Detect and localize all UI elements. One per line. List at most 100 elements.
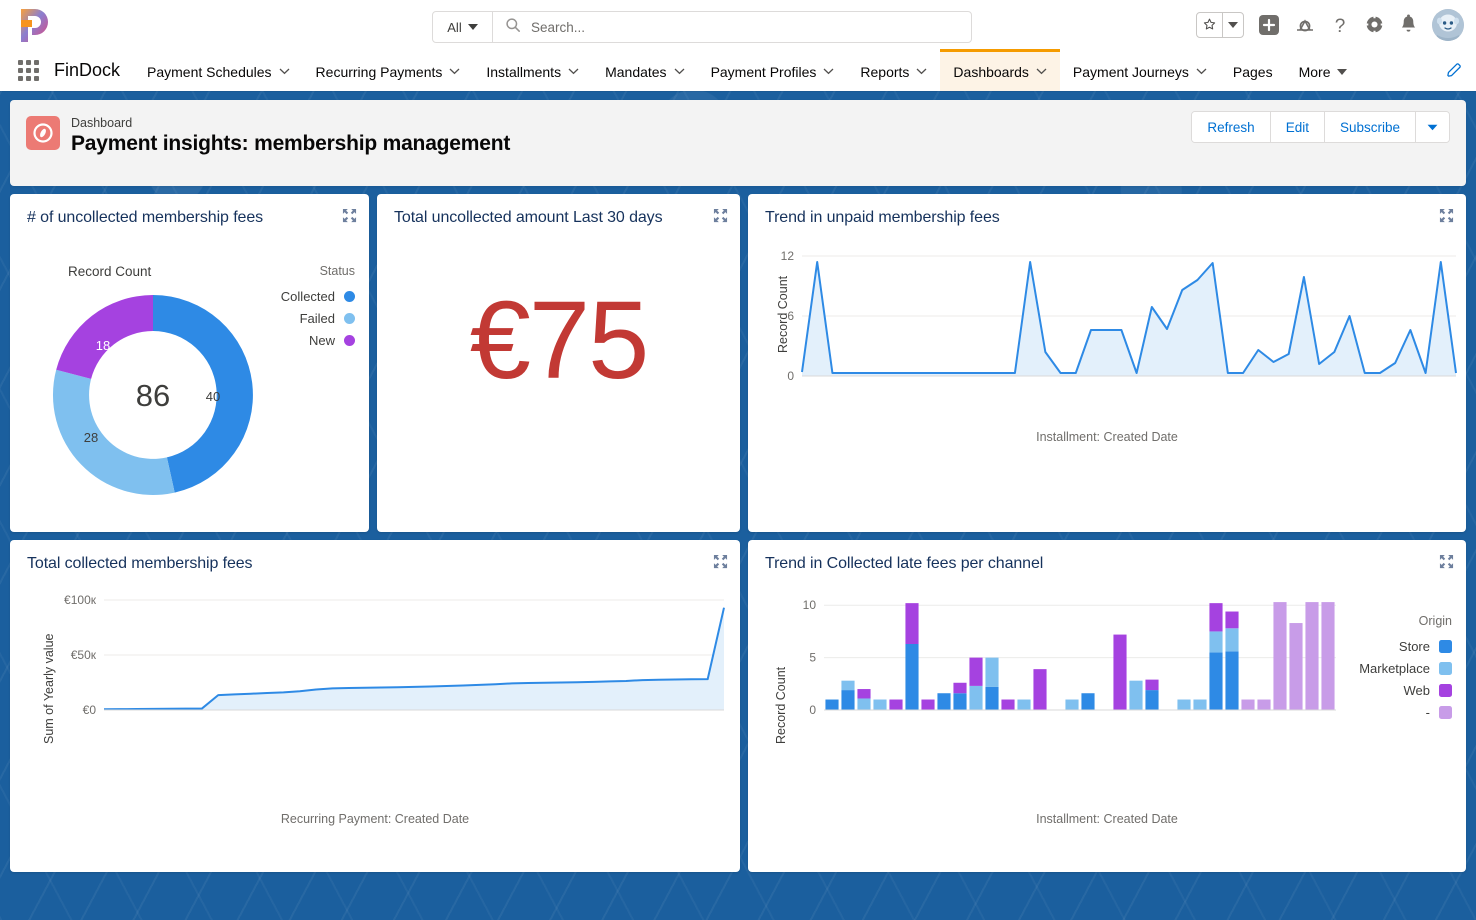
chevron-down-icon [467,24,478,30]
search-scope-selector[interactable]: All [433,12,493,42]
expand-icon[interactable] [713,208,728,228]
svg-text:5: 5 [809,651,816,665]
late-fees-chart-container: Record Count 0 5 10 Origin Store Marketpla… [748,574,1466,844]
nav-item-payment-schedules[interactable]: Payment Schedules [134,49,303,91]
trailhead-icon[interactable] [1294,15,1316,35]
legend-item-collected[interactable]: Collected [281,285,355,307]
edit-page-pencil-icon[interactable] [1432,49,1476,91]
edit-button[interactable]: Edit [1270,112,1325,142]
help-icon[interactable]: ? [1330,14,1350,36]
metric-value: €75 [469,279,650,402]
total-collected-chart[interactable]: €0 €50к €100к [52,592,732,737]
nav-item-mandates[interactable]: Mandates [592,49,697,91]
donut-center-value: 86 [136,378,170,413]
more-actions-caret-icon[interactable] [1416,112,1449,142]
nav-item-more[interactable]: More [1286,49,1361,91]
nav-item-payment-profiles[interactable]: Payment Profiles [698,49,848,91]
svg-text:12: 12 [781,249,795,263]
app-launcher-icon[interactable] [6,49,50,91]
widget-title: # of uncollected membership fees [27,209,264,226]
user-avatar[interactable] [1432,8,1464,41]
total-collected-chart-container: Sum of Yearly value €0 €50к €100к Recurrin… [10,574,740,844]
dashboard-actions: Refresh Edit Subscribe [1191,111,1450,143]
legend-label: Marketplace [1359,660,1430,676]
chevron-down-icon [916,68,927,75]
app-navigation-bar: FinDock Payment Schedules Recurring Paym… [0,49,1476,91]
widget-title: Trend in Collected late fees per channel [764,555,1044,572]
nav-item-recurring-payments[interactable]: Recurring Payments [303,49,474,91]
findock-logo[interactable] [12,3,56,47]
subscribe-button[interactable]: Subscribe [1324,112,1416,142]
widget-title: Trend in unpaid membership fees [764,209,1000,226]
search-input[interactable] [531,19,971,35]
expand-icon[interactable] [342,208,357,228]
donut-legend: Status Collected Failed New [281,264,355,351]
nav-item-label: Mandates [605,63,667,80]
dashboard-icon [26,116,60,150]
search-field[interactable] [493,12,971,42]
late-fees-chart[interactable]: 0 5 10 [784,592,1344,737]
nav-item-pages[interactable]: Pages [1220,49,1286,91]
expand-icon[interactable] [1439,208,1454,228]
favorites-group[interactable] [1196,11,1244,38]
donut-chart[interactable]: 86 40 28 18 [48,290,258,500]
search-scope-label: All [447,19,462,35]
app-name-label[interactable]: FinDock [50,49,134,91]
legend-swatch [1439,683,1452,697]
svg-text:€50к: €50к [71,648,97,662]
legend-swatch [1439,661,1452,675]
legend-item-other[interactable]: - [1359,701,1452,723]
nav-item-payment-journeys[interactable]: Payment Journeys [1060,49,1220,91]
expand-icon[interactable] [713,554,728,574]
nav-item-label: More [1298,63,1331,80]
widget-uncollected-count: # of uncollected membership fees Record … [10,194,369,532]
chevron-down-icon [449,68,460,75]
svg-text:0: 0 [787,369,794,383]
legend-item-store[interactable]: Store [1359,635,1452,657]
nav-item-label: Payment Profiles [710,63,817,80]
refresh-button[interactable]: Refresh [1192,112,1271,142]
x-axis-title: Recurring Payment: Created Date [280,812,470,826]
svg-text:10: 10 [803,598,817,612]
widget-uncollected-amount: Total uncollected amount Last 30 days €7… [377,194,740,532]
nav-item-label: Recurring Payments [315,63,443,80]
search-icon [505,17,521,38]
legend-item-new[interactable]: New [281,329,355,351]
header-icon-group: ? [1196,0,1464,49]
widget-grid-row-1: # of uncollected membership fees Record … [10,194,1466,532]
legend-swatch [1439,705,1452,719]
svg-text:€0: €0 [83,703,97,717]
nav-item-dashboards[interactable]: Dashboards [940,49,1060,91]
setup-gear-icon[interactable] [1364,14,1385,35]
legend-item-marketplace[interactable]: Marketplace [1359,657,1452,679]
favorites-star-icon[interactable] [1197,12,1223,37]
legend-item-failed[interactable]: Failed [281,307,355,329]
global-search[interactable]: All [432,11,972,43]
legend-swatch [344,290,355,302]
dashboard-header: Dashboard Payment insights: membership m… [10,100,1466,186]
chevron-down-icon [1337,68,1348,75]
expand-icon[interactable] [1439,554,1454,574]
svg-text:€100к: €100к [64,593,97,607]
legend-label: Web [1403,682,1431,698]
widget-title: Total uncollected amount Last 30 days [394,209,663,226]
donut-measure-label: Record Count [68,264,152,279]
chevron-down-icon [1036,68,1047,75]
nav-item-installments[interactable]: Installments [473,49,592,91]
nav-item-reports[interactable]: Reports [847,49,940,91]
page-title: Payment insights: membership management [71,132,511,155]
favorites-caret-icon[interactable] [1223,13,1243,37]
donut-slice-new[interactable] [56,295,153,379]
nav-item-list: Payment Schedules Recurring Payments Ins… [134,49,1432,91]
svg-text:0: 0 [809,703,816,717]
nav-item-label: Reports [860,63,910,80]
legend-label: Failed [299,310,335,326]
legend-title: Origin [1418,614,1452,628]
donut-chart-container: Record Count 86 40 28 18 Status Collecte… [10,228,369,518]
trend-unpaid-chart[interactable]: 0 6 12 [764,248,1464,408]
chevron-down-icon [1196,68,1207,75]
add-icon[interactable] [1258,14,1280,36]
legend-item-web[interactable]: Web [1359,679,1452,701]
notifications-bell-icon[interactable] [1399,14,1418,35]
x-axis-title: Installment: Created Date [1036,812,1178,826]
